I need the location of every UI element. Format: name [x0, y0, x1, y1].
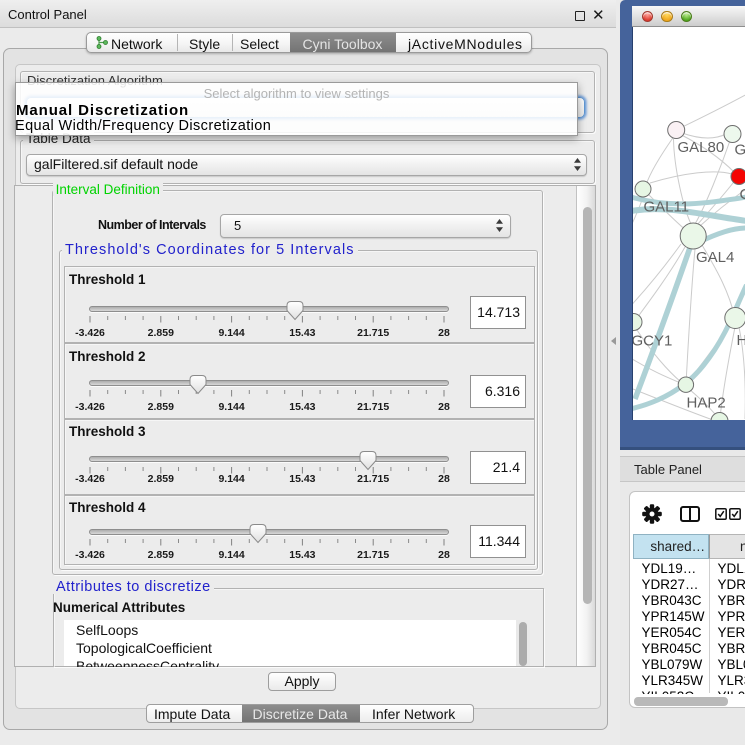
svg-text:GAL4: GAL4 — [696, 249, 734, 266]
svg-text:H: H — [736, 332, 745, 349]
svg-text:HAP2: HAP2 — [686, 395, 725, 412]
svg-text:GAL80: GAL80 — [677, 139, 724, 156]
svg-text:GCY1: GCY1 — [633, 333, 672, 350]
svg-text:CD: CD — [739, 186, 745, 203]
svg-text:G.: G. — [734, 142, 745, 159]
svg-text:GAL11: GAL11 — [643, 199, 689, 216]
